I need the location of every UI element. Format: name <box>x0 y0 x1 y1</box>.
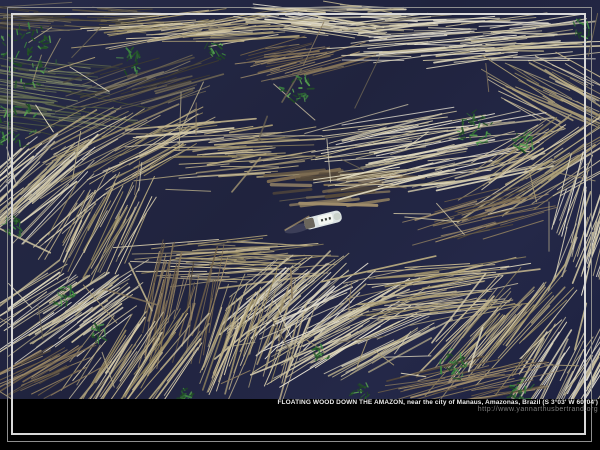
caption-title: FLOATING WOOD DOWN THE AMAZON, near the … <box>277 399 598 406</box>
log-cluster <box>327 13 600 69</box>
amazon-photo <box>0 0 600 399</box>
riverboat <box>283 210 343 236</box>
photo-canvas <box>0 0 600 399</box>
photo-caption: FLOATING WOOD DOWN THE AMAZON, near the … <box>277 399 598 414</box>
wallpaper: FLOATING WOOD DOWN THE AMAZON, near the … <box>0 0 600 450</box>
log-cluster <box>61 307 209 399</box>
vegetation-patch <box>350 383 370 399</box>
vegetation-patch <box>177 388 194 399</box>
caption-url: http://www.yannarthusbertrand.org <box>277 406 598 414</box>
